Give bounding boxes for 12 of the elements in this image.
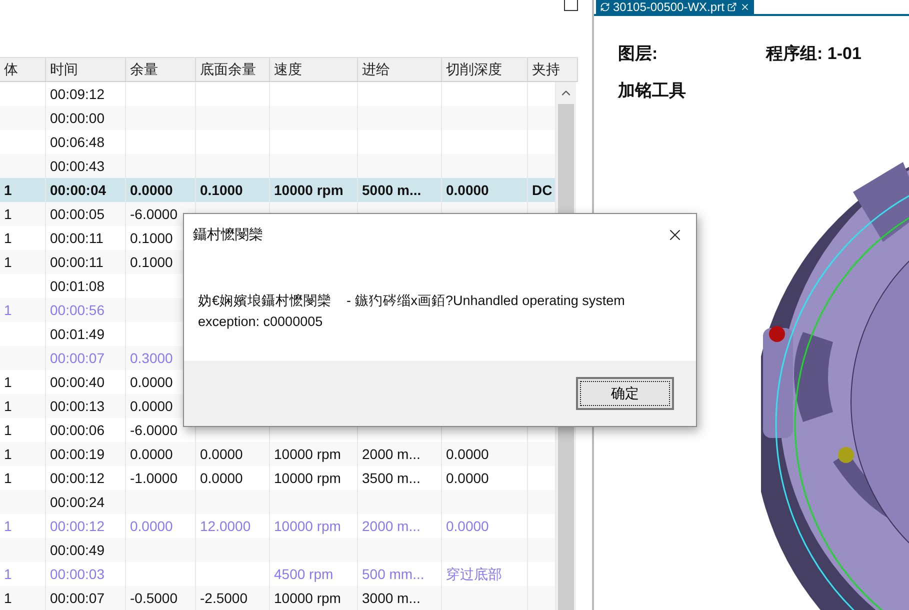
table-cell: -2.5000 [196, 586, 270, 610]
dialog-title: 鑷村懡閿欒 [193, 226, 263, 244]
group-label: 程序组: 1-01 [766, 43, 862, 65]
layer-label: 图层: [618, 43, 659, 65]
table-cell: 00:00:07 [46, 586, 126, 610]
error-message: 妫€娴嬪埌鑷村懡閿欒 - 鏃犳硶缁х画銆?Unhandled operating system exception: c0000005 [198, 292, 626, 331]
tab-title: 30105-00500-WX.prt [613, 0, 724, 14]
table-cell: 3000 m... [358, 586, 442, 610]
tool-label: 加铭工具 [618, 80, 687, 102]
table-cell: 1 [0, 586, 46, 610]
table-cell: -0.5000 [126, 586, 196, 610]
table-cell: 10000 rpm [270, 586, 358, 610]
